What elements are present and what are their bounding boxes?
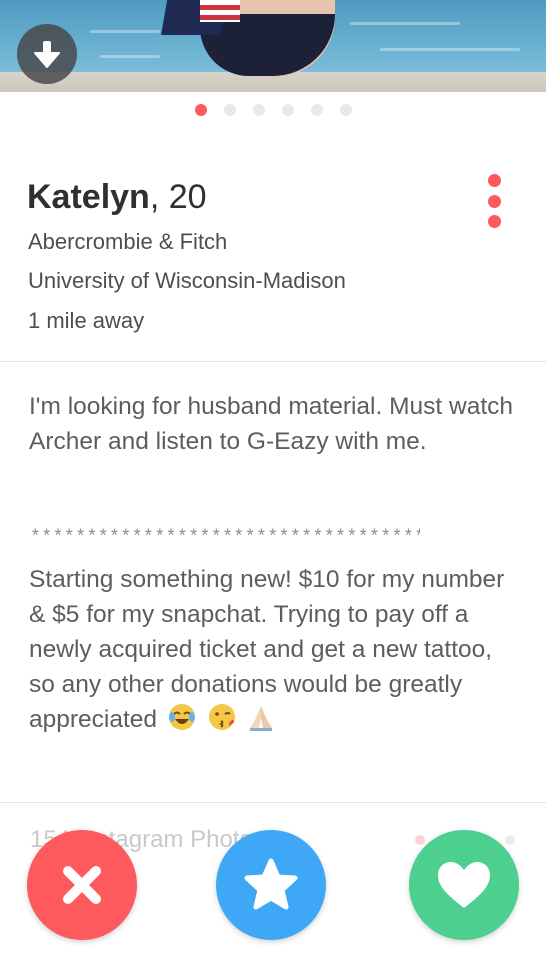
star-icon xyxy=(244,858,298,910)
download-arrow-icon xyxy=(34,41,60,68)
bio-paragraph-2: Starting something new! $10 for my numbe… xyxy=(29,562,524,737)
more-options-button[interactable] xyxy=(482,174,506,228)
water-ripple xyxy=(90,30,160,33)
profile-distance: 1 mile away xyxy=(28,308,145,333)
name-age-separator: , xyxy=(149,178,169,216)
section-divider xyxy=(0,802,546,803)
instagram-page-dot xyxy=(505,835,515,845)
photo-page-dot[interactable] xyxy=(194,104,207,116)
bio-paragraph-1: I'm looking for husband material. Must w… xyxy=(29,393,514,455)
praying-hands-emoji-icon xyxy=(250,706,273,731)
nope-button[interactable] xyxy=(27,830,137,940)
photo-page-dot[interactable] xyxy=(223,104,236,116)
profile-photo[interactable] xyxy=(0,0,546,92)
profile-school: University of Wisconsin-Madison xyxy=(28,268,346,293)
super-like-button[interactable] xyxy=(216,830,326,940)
profile-job: Abercrombie & Fitch xyxy=(28,229,228,254)
close-icon xyxy=(63,866,101,904)
more-vertical-icon-dot xyxy=(487,215,501,228)
tears-of-joy-emoji-icon xyxy=(168,704,195,730)
photo-page-dot[interactable] xyxy=(252,104,265,116)
download-button[interactable] xyxy=(17,24,77,84)
water-ripple xyxy=(380,48,520,51)
more-vertical-icon-dot xyxy=(487,174,501,187)
water-ripple xyxy=(100,55,160,58)
profile-name: Katelyn xyxy=(27,178,150,216)
section-divider xyxy=(0,361,546,362)
photo-page-dot[interactable] xyxy=(281,104,294,116)
photo-pagination xyxy=(0,104,546,116)
profile-name-age: Katelyn, 20 xyxy=(27,178,207,217)
like-button[interactable] xyxy=(409,830,519,940)
kissing-face-emoji-icon xyxy=(208,704,235,730)
photo-page-dot[interactable] xyxy=(310,104,323,116)
heart-icon xyxy=(438,862,490,908)
photo-page-dot[interactable] xyxy=(339,104,352,116)
more-vertical-icon-dot xyxy=(487,194,501,208)
water-ripple xyxy=(350,22,460,25)
bio-separator: *************************************** xyxy=(30,528,420,548)
photo-flag-stripes xyxy=(200,0,240,22)
profile-age: 20 xyxy=(168,178,207,216)
instagram-page-dot xyxy=(415,835,425,845)
